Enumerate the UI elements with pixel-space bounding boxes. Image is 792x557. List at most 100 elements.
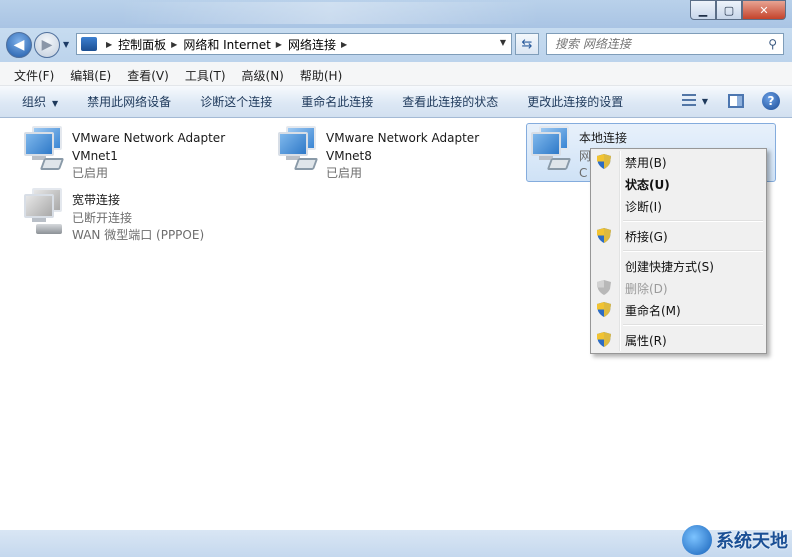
refresh-button[interactable]: ⇆ [515, 33, 539, 55]
connection-item-vmnet8[interactable]: VMware Network Adapter VMnet8 已启用 [274, 124, 514, 182]
watermark: 系统天地 [682, 525, 788, 555]
ctx-rename[interactable]: 重命名(M) [591, 299, 766, 321]
organize-label: 组织 [22, 95, 47, 109]
uac-shield-icon [597, 332, 611, 347]
arrow-left-icon: ◀ [13, 37, 25, 53]
monitor-front-icon [278, 132, 308, 156]
minimize-button[interactable]: ▁ [690, 0, 716, 20]
view-dropdown-icon[interactable]: ▼ [702, 97, 708, 106]
breadcrumb-item[interactable]: 网络连接 [288, 36, 336, 53]
breadcrumb-chevron-icon[interactable]: ▶ [106, 40, 112, 49]
ctx-separator [591, 217, 766, 225]
search-input[interactable] [555, 37, 755, 51]
ctx-status-label: 状态(U) [625, 177, 670, 192]
command-bar: 组织 ▼ 禁用此网络设备 诊断这个连接 重命名此连接 查看此连接的状态 更改此连接… [0, 86, 792, 118]
ctx-create-shortcut-label: 创建快捷方式(S) [625, 259, 714, 274]
ctx-diagnose-label: 诊断(I) [625, 199, 662, 214]
network-adapter-icon [527, 124, 575, 174]
diagnose-connection-button[interactable]: 诊断这个连接 [185, 93, 286, 110]
forward-button[interactable]: ▶ [34, 32, 60, 58]
monitor-front-icon [531, 132, 561, 156]
watermark-text: 系统天地 [716, 531, 788, 552]
change-settings-button[interactable]: 更改此连接的设置 [512, 93, 637, 110]
uac-shield-icon [597, 154, 611, 169]
network-plug-icon [293, 158, 319, 170]
maximize-button[interactable]: ▢ [716, 0, 742, 20]
breadcrumb-chevron-icon[interactable]: ▶ [341, 40, 347, 49]
view-list-icon[interactable] [681, 94, 696, 108]
ctx-create-shortcut[interactable]: 创建快捷方式(S) [591, 255, 766, 277]
connection-status: 已启用 [72, 166, 109, 180]
breadcrumb-chevron-icon[interactable]: ▶ [171, 40, 177, 49]
title-bar: ▁ ▢ ✕ [0, 0, 792, 28]
arrow-right-icon: ▶ [41, 37, 53, 53]
context-menu: 禁用(B) 状态(U) 诊断(I) 桥接(G) 创建快捷方式(S) 删除(D) … [590, 148, 767, 354]
address-dropdown-icon[interactable]: ▼ [500, 38, 506, 47]
connection-device: VMnet1 [72, 148, 118, 163]
connection-details: VMware Network Adapter VMnet8 已启用 [326, 124, 479, 182]
modem-icon [36, 224, 62, 234]
view-status-button[interactable]: 查看此连接的状态 [387, 93, 512, 110]
menu-bar: 文件(F) 编辑(E) 查看(V) 工具(T) 高级(N) 帮助(H) [0, 62, 792, 86]
monitor-front-icon [24, 194, 54, 218]
network-adapter-icon [274, 124, 322, 174]
chevron-down-icon: ▼ [52, 99, 59, 108]
menu-file[interactable]: 文件(F) [6, 62, 62, 85]
menu-advanced[interactable]: 高级(N) [234, 62, 292, 85]
refresh-icon: ⇆ [521, 36, 533, 52]
menu-view[interactable]: 查看(V) [119, 62, 177, 85]
ctx-properties[interactable]: 属性(R) [591, 329, 766, 351]
connection-item-vmnet1[interactable]: VMware Network Adapter VMnet1 已启用 [20, 124, 260, 182]
menu-tools[interactable]: 工具(T) [177, 62, 234, 85]
ctx-properties-label: 属性(R) [625, 333, 667, 348]
network-adapter-icon [20, 124, 68, 174]
connection-name: 本地连接 [579, 131, 628, 145]
ctx-diagnose[interactable]: 诊断(I) [591, 195, 766, 217]
monitor-stand-icon [32, 218, 46, 222]
ctx-disable-label: 禁用(B) [625, 155, 667, 170]
preview-pane-icon[interactable] [728, 94, 744, 108]
title-glass [120, 2, 540, 24]
network-plug-icon [39, 158, 65, 170]
ctx-rename-label: 重命名(M) [625, 303, 681, 318]
connection-status: 已断开连接 [72, 210, 133, 225]
rename-connection-button[interactable]: 重命名此连接 [286, 93, 387, 110]
network-plug-icon [546, 158, 572, 170]
back-button[interactable]: ◀ [6, 32, 32, 58]
ctx-delete: 删除(D) [591, 277, 766, 299]
broadband-icon [20, 186, 68, 236]
search-icon[interactable]: ⚲ [768, 37, 777, 51]
control-panel-icon [81, 37, 97, 51]
ctx-status[interactable]: 状态(U) [591, 173, 766, 195]
menu-help[interactable]: 帮助(H) [292, 62, 350, 85]
view-controls: ▼ ? [672, 92, 780, 110]
window-controls: ▁ ▢ ✕ [690, 0, 786, 20]
help-icon[interactable]: ? [762, 92, 780, 110]
breadcrumb-chevron-icon[interactable]: ▶ [276, 40, 282, 49]
connection-name: VMware Network Adapter [72, 131, 226, 145]
connection-status: 已启用 [326, 166, 363, 180]
ctx-disable[interactable]: 禁用(B) [591, 151, 766, 173]
ctx-separator [591, 247, 766, 255]
search-box[interactable]: ⚲ [546, 33, 784, 55]
ctx-bridge[interactable]: 桥接(G) [591, 225, 766, 247]
organize-button[interactable]: 组织 ▼ [0, 93, 72, 110]
connection-device: VMnet8 [326, 148, 372, 163]
connection-item-broadband[interactable]: 宽带连接 已断开连接 WAN 微型端口 (PPPOE) [20, 186, 260, 244]
close-button[interactable]: ✕ [742, 0, 786, 20]
breadcrumb-item[interactable]: 网络和 Internet [183, 36, 270, 53]
watermark-logo-icon [682, 525, 712, 555]
connection-name: 宽带连接 [72, 193, 121, 207]
menu-edit[interactable]: 编辑(E) [62, 62, 119, 85]
connection-details: VMware Network Adapter VMnet1 已启用 [72, 124, 225, 182]
address-bar[interactable]: ▶ 控制面板 ▶ 网络和 Internet ▶ 网络连接 ▶ ▼ [76, 33, 512, 55]
uac-shield-icon [597, 228, 611, 243]
recent-pages-dropdown[interactable]: ▼ [63, 40, 69, 49]
connection-details: 宽带连接 已断开连接 WAN 微型端口 (PPPOE) [72, 186, 204, 244]
uac-shield-icon [597, 280, 611, 295]
ctx-delete-label: 删除(D) [625, 281, 668, 296]
disable-device-button[interactable]: 禁用此网络设备 [72, 93, 185, 110]
ctx-separator [591, 321, 766, 329]
breadcrumb-item[interactable]: 控制面板 [118, 36, 166, 53]
connection-name: VMware Network Adapter [326, 131, 480, 145]
